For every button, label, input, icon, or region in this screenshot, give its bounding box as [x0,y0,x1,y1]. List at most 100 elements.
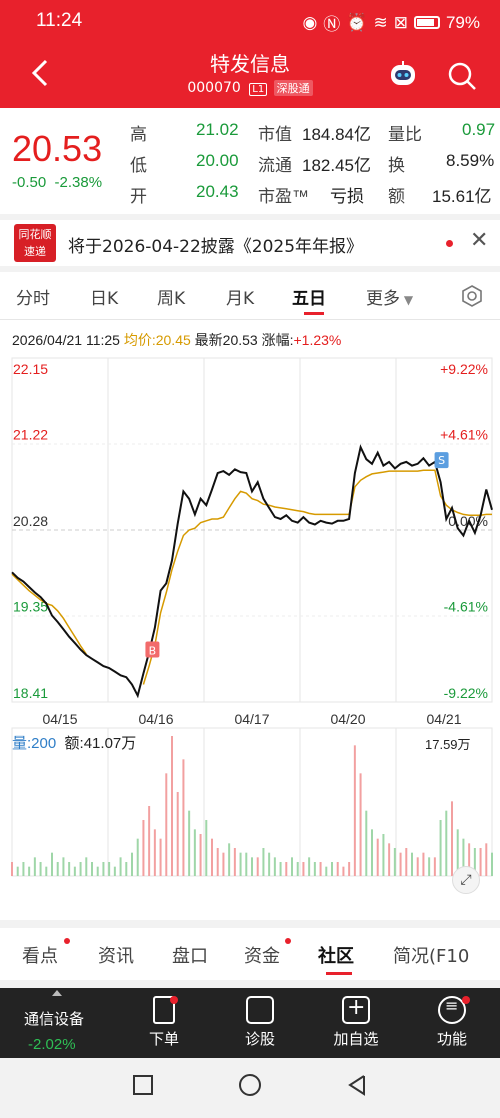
float-label: 流通 [258,156,292,175]
sector-name[interactable]: 通信设备 [24,1008,84,1029]
order-dot [170,996,178,1004]
search-icon[interactable] [446,60,478,92]
volume-bar [96,866,99,876]
volume-bar [125,862,128,876]
home-icon[interactable] [239,1074,261,1096]
tab-orderbook[interactable]: 盘口 [172,942,208,968]
volume-bar [142,820,145,876]
volume-bar [85,857,88,876]
price-chart[interactable]: 22.15 +9.22%21.22 +4.61%20.28 0.00%19.35 -4.… [0,320,500,920]
ratio-label: 量比 [388,125,422,144]
market-tag[interactable]: 深股通 [273,80,313,96]
low-label: 低 [130,156,147,175]
recent-apps-icon[interactable] [133,1075,153,1095]
volume-bar [371,829,373,876]
buy-marker-label: B [149,644,157,657]
volume-bar [68,862,71,876]
alarm-icon: ⏰ [346,12,368,32]
volume-bar [296,862,299,876]
x-label: 04/15 [42,711,77,727]
eye-icon: ◉ [302,12,318,32]
add-icon: + [342,995,370,1024]
functions-dot [462,996,470,1004]
fullscreen-icon[interactable]: ⤢ [452,866,480,894]
ratio-value: 0.97 [462,120,496,139]
tab-highlights[interactable]: 看点 [22,942,58,968]
volume-bar [428,857,431,876]
mcap-value: 184.84亿 [302,125,371,144]
tab-five-day[interactable]: 五日 [292,284,326,309]
tab-more-label: 更多 [366,289,400,309]
diagnose-label: 诊股 [244,1030,275,1048]
volume-bar [285,862,288,876]
volume-bar [188,810,191,876]
volume-bar [108,862,111,876]
volume-bar [228,843,231,876]
volume-bar [239,852,242,876]
volume-bar [22,862,25,876]
battery-level: 79% [445,12,480,32]
price-line [11,444,493,699]
volume-bar [485,843,488,876]
functions-label: 功能 [436,1030,467,1048]
notice-text[interactable]: 将于2026-04-22披露《2025年年报》 [68,232,363,257]
tab-funds[interactable]: 资金 [244,942,280,968]
tab-news[interactable]: 资讯 [98,942,134,968]
volume-bar [16,866,19,876]
x-label: 04/16 [138,711,173,727]
tab-weekly-k[interactable]: 周K [157,284,185,309]
stock-subtitle: 000070 L1 深股通 [0,80,500,96]
active-tab-indicator [326,972,352,975]
highlights-dot [64,938,70,944]
volume-bar [216,848,219,876]
volume-bar [433,857,436,876]
change-value: -0.50 [12,174,47,191]
y-label-left: 21.22 [13,427,48,443]
add-watch-button[interactable]: + 加自选 [330,995,382,1049]
funds-dot [285,938,291,944]
expand-up-icon[interactable] [52,990,62,996]
volume-bar [148,806,151,876]
level-tag: L1 [249,83,268,96]
tab-monthly-k[interactable]: 月K [226,284,254,309]
tab-f10[interactable]: 简况(F10 [393,942,469,968]
close-icon: ⊠ [393,12,408,32]
amount-label: 额 [388,187,405,206]
turnover-label: 换 [388,156,405,175]
back-icon[interactable] [348,1075,365,1096]
x-label: 04/21 [426,711,461,727]
chart-area[interactable]: 2026/04/21 11:25 均价:20.45 最新20.53 涨幅:+1.… [0,320,500,920]
high-label: 高 [130,125,147,144]
volume-bar [302,862,305,876]
mcap-label: 市值 [258,125,292,144]
volume-bar [28,866,31,876]
volume-bar [479,848,482,876]
notice-bar[interactable]: 同花顺 速递 将于2026-04-22披露《2025年年报》 ✕ [0,220,500,266]
volume-bar [445,810,448,876]
volume-bar [359,773,362,876]
volume-bar [113,866,116,876]
tab-more[interactable]: 更多 ▼ [366,284,413,309]
diagnose-button[interactable]: 诊股 [242,996,278,1049]
tab-daily-k[interactable]: 日K [90,284,118,309]
volume-bar [416,857,419,876]
tab-intraday[interactable]: 分时 [16,284,50,309]
volume-bar [45,866,48,876]
low-value: 20.00 [196,151,239,170]
y-label-right: +9.22% [440,361,488,377]
order-button[interactable]: 下单 [146,996,182,1049]
volume-bar [11,862,13,876]
sell-marker-label: S [438,454,445,467]
settings-icon[interactable] [460,284,484,308]
y-label-right: +4.61% [440,427,488,443]
robot-assistant-icon[interactable] [388,60,418,88]
close-icon[interactable]: ✕ [470,228,488,253]
volume-bar [39,862,42,876]
volume-bar [79,862,82,876]
y-label-right: -4.61% [444,599,488,615]
system-nav-bar [0,1058,500,1114]
volume-bar [382,834,385,876]
tab-community[interactable]: 社区 [318,942,354,968]
volume-bar [56,862,59,876]
volume-bar [273,857,276,876]
